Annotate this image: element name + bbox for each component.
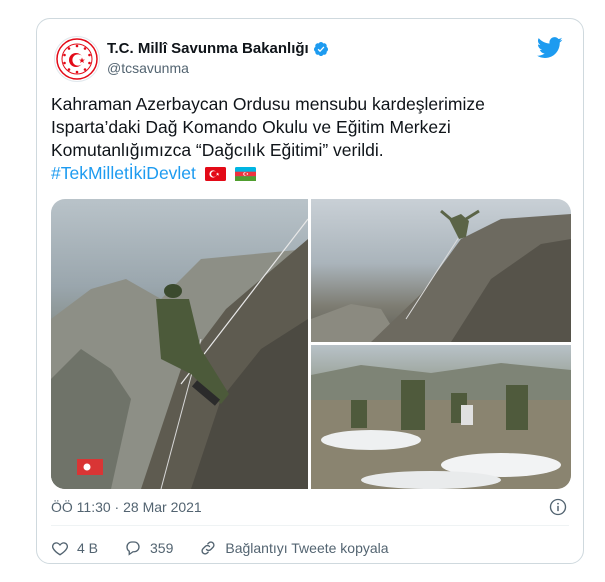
azerbaijan-flag-icon: [234, 167, 256, 181]
display-name[interactable]: T.C. Millî Savunma Bakanlığı: [107, 40, 309, 57]
photo-climber-on-cliff[interactable]: [311, 199, 571, 342]
tweet-text-line: Komutanlığımızca “Dağcılık Eğitimi” veri…: [51, 140, 384, 160]
photo-rappelling-soldier[interactable]: [51, 199, 308, 489]
tweet-timestamp[interactable]: ÖÖ 11:30 · 28 Mar 2021: [51, 499, 202, 515]
tweet-text-line: Isparta’daki Dağ Komando Okulu ve Eğitim…: [51, 117, 451, 137]
hashtag-link[interactable]: #TekMilletİkiDevlet: [51, 163, 196, 183]
like-count: 4 B: [77, 540, 99, 556]
tweet-text-line: Kahraman Azerbaycan Ordusu mensubu karde…: [51, 94, 485, 114]
copy-link-label: Bağlantıyı Tweete kopyala: [225, 540, 389, 556]
user-handle[interactable]: @tcsavunma: [107, 60, 189, 76]
verified-badge-icon: [313, 41, 328, 56]
photo-soldiers-in-snow[interactable]: [311, 345, 571, 489]
author-row: T.C. Millî Savunma Bakanlığı: [107, 40, 329, 57]
tweet-media-grid[interactable]: [51, 199, 571, 489]
hashtag-line: #TekMilletİkiDevlet: [51, 162, 571, 185]
tweet-text: Kahraman Azerbaycan Ordusu mensubu karde…: [51, 93, 571, 185]
reply-bubble-icon: [126, 541, 140, 556]
info-icon[interactable]: [549, 498, 567, 516]
turkey-flag-icon: [204, 167, 226, 181]
link-icon: [201, 541, 215, 555]
divider: [51, 525, 569, 526]
tweet-card[interactable]: T.C. Millî Savunma Bakanlığı @tcsavunma …: [36, 18, 584, 564]
copy-link-button[interactable]: Bağlantıyı Tweete kopyala: [199, 539, 389, 557]
reply-count: 359: [150, 540, 174, 556]
heart-icon: [52, 542, 68, 556]
twitter-bird-icon[interactable]: [537, 37, 563, 59]
like-button[interactable]: 4 B: [51, 539, 98, 557]
tweet-actions: 4 B 359 Bağlantıyı Tweete kopyala: [51, 539, 415, 557]
reply-button[interactable]: 359: [124, 539, 173, 557]
avatar[interactable]: [54, 36, 100, 82]
mod-emblem-icon: [56, 38, 98, 80]
